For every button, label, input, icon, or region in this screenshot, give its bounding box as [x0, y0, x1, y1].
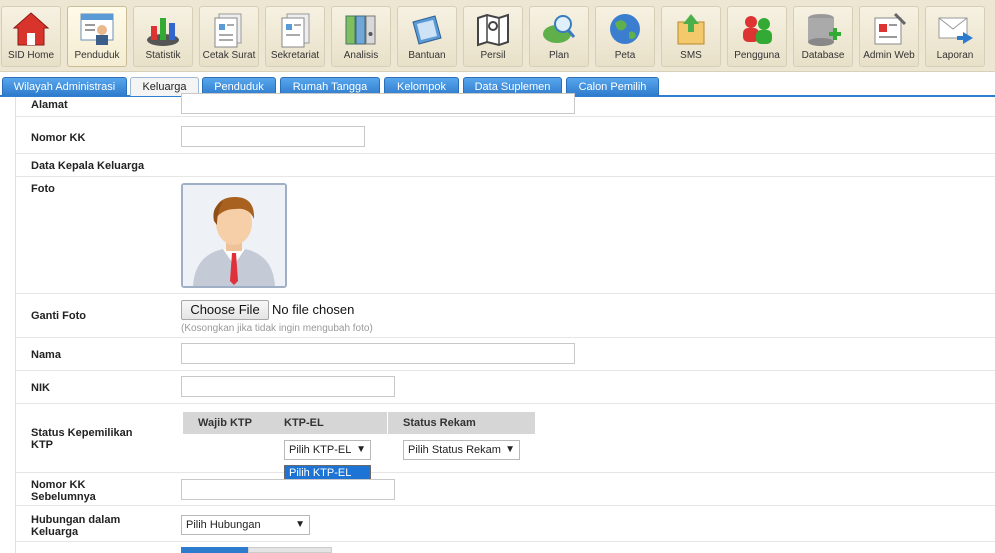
choose-file-button[interactable]: Choose File — [181, 300, 269, 320]
foto-label: Foto — [31, 183, 55, 195]
ganti-foto-label: Ganti Foto — [31, 310, 86, 322]
statistics-icon — [147, 18, 179, 46]
status-ktp-label: Status Kepemilikan KTP — [31, 427, 133, 451]
file-status-text: No file chosen — [272, 302, 355, 317]
nomor-kk-sebelumnya-label: Nomor KK Sebelumnya — [31, 479, 96, 503]
profile-photo — [181, 183, 287, 288]
toolbar-cetak-surat[interactable]: Cetak Surat — [199, 6, 259, 67]
toolbar-label: Penduduk — [74, 50, 120, 61]
nama-label: Nama — [31, 349, 61, 361]
row-status-ktp: Status Kepemilikan KTP Wajib KTP KTP-EL … — [16, 404, 995, 480]
toolbar-label: Persil — [480, 50, 506, 61]
status-rekam-select-value: Pilih Status Rekam — [408, 444, 501, 456]
nik-input[interactable] — [181, 376, 395, 397]
nama-input[interactable] — [181, 343, 575, 364]
analysis-icon — [345, 15, 376, 45]
toolbar-database[interactable]: Database — [793, 6, 853, 67]
hubungan-select-value: Pilih Hubungan — [186, 519, 261, 531]
row-foto: Foto — [16, 177, 995, 294]
toolbar-label: Peta — [614, 50, 636, 61]
toolbar-pengguna[interactable]: Pengguna — [727, 6, 787, 67]
aid-icon — [412, 15, 442, 45]
ktp-el-select[interactable]: Pilih KTP-EL ▼ — [284, 440, 371, 460]
tab-calon-pemilih[interactable]: Calon Pemilih — [566, 77, 659, 96]
dropdown-arrow-icon: ▼ — [505, 444, 515, 455]
toolbar-label: Laporan — [936, 50, 974, 61]
toolbar-penduduk[interactable]: Penduduk — [67, 6, 127, 67]
secretariat-icon — [281, 13, 310, 48]
toolbar-laporan[interactable]: Laporan — [925, 6, 985, 67]
users-icon — [743, 16, 772, 44]
toolbar-sekretariat[interactable]: Sekretariat — [265, 6, 325, 67]
alamat-input[interactable] — [181, 93, 575, 114]
gender-option-b[interactable] — [248, 547, 332, 553]
database-icon — [808, 14, 841, 46]
hubungan-select[interactable]: Pilih Hubungan ▼ — [181, 515, 310, 535]
ganti-foto-hint: (Kosongkan jika tidak ingin mengubah fot… — [181, 323, 373, 334]
toolbar-label: Pengguna — [734, 50, 780, 61]
sms-icon — [677, 14, 705, 45]
toolbar-label: Admin Web — [863, 50, 915, 61]
hubungan-label: Hubungan dalam Keluarga — [31, 514, 121, 538]
family-form: Alamat Nomor KK Data Kepala Keluarga Fot… — [15, 93, 995, 553]
toolbar-sms[interactable]: SMS — [661, 6, 721, 67]
row-ganti-foto: Ganti Foto Choose File No file chosen (K… — [16, 294, 995, 338]
nomor-kk-label: Nomor KK — [31, 132, 86, 144]
nomor-kk-sebelumnya-input[interactable] — [181, 479, 395, 500]
header-wajib-ktp: Wajib KTP — [183, 412, 269, 434]
dropdown-arrow-icon: ▼ — [356, 444, 366, 455]
toolbar-bantuan[interactable]: Bantuan — [397, 6, 457, 67]
nik-label: NIK — [31, 382, 50, 394]
report-icon — [938, 17, 973, 44]
row-nama: Nama — [16, 338, 995, 371]
row-hubungan: Hubungan dalam Keluarga Pilih Hubungan ▼ — [16, 506, 995, 542]
header-status-rekam: Status Rekam — [388, 412, 535, 434]
admin-web-icon — [874, 12, 907, 45]
toolbar-admin-web[interactable]: Admin Web — [859, 6, 919, 67]
row-nomor-kk: Nomor KK — [16, 117, 995, 154]
header-ktp-el: KTP-EL — [269, 412, 387, 434]
population-icon — [80, 13, 114, 45]
toolbar-label: Analisis — [343, 50, 379, 61]
toolbar-label: Cetak Surat — [202, 50, 256, 61]
row-nomor-kk-sebelumnya: Nomor KK Sebelumnya — [16, 473, 995, 506]
nomor-kk-input[interactable] — [181, 126, 365, 147]
toolbar-persil[interactable]: Persil — [463, 6, 523, 67]
alamat-label: Alamat — [31, 99, 68, 111]
main-toolbar: SID Home Penduduk Statistik Cetak Surat … — [0, 0, 995, 72]
globe-icon — [610, 14, 640, 44]
avatar-icon — [183, 185, 285, 286]
toolbar-label: SID Home — [7, 50, 55, 61]
toolbar-label: Statistik — [145, 50, 181, 61]
dropdown-arrow-icon: ▼ — [295, 519, 305, 530]
section-kepala-keluarga: Data Kepala Keluarga — [31, 160, 145, 172]
row-nik: NIK — [16, 371, 995, 404]
ktp-el-select-value: Pilih KTP-EL — [289, 444, 352, 456]
row-alamat: Alamat — [16, 93, 995, 117]
toolbar-label: Plan — [548, 50, 569, 61]
print-letter-icon — [214, 13, 242, 48]
status-rekam-select[interactable]: Pilih Status Rekam ▼ — [403, 440, 520, 460]
toolbar-analisis[interactable]: Analisis — [331, 6, 391, 67]
toolbar-plan[interactable]: Plan — [529, 6, 589, 67]
toolbar-label: Database — [801, 50, 845, 61]
land-map-icon — [477, 13, 509, 47]
toolbar-sid-home[interactable]: SID Home — [1, 6, 61, 67]
home-icon — [12, 12, 50, 46]
toolbar-label: Bantuan — [408, 50, 446, 61]
toolbar-peta[interactable]: Peta — [595, 6, 655, 67]
toolbar-label: Sekretariat — [270, 50, 320, 61]
row-section-kepala: Data Kepala Keluarga — [16, 154, 995, 177]
toolbar-statistik[interactable]: Statistik — [133, 6, 193, 67]
plan-icon — [543, 15, 576, 43]
gender-option-a[interactable] — [181, 547, 248, 553]
tab-wilayah-administrasi[interactable]: Wilayah Administrasi — [2, 77, 127, 96]
toolbar-label: SMS — [680, 50, 702, 61]
